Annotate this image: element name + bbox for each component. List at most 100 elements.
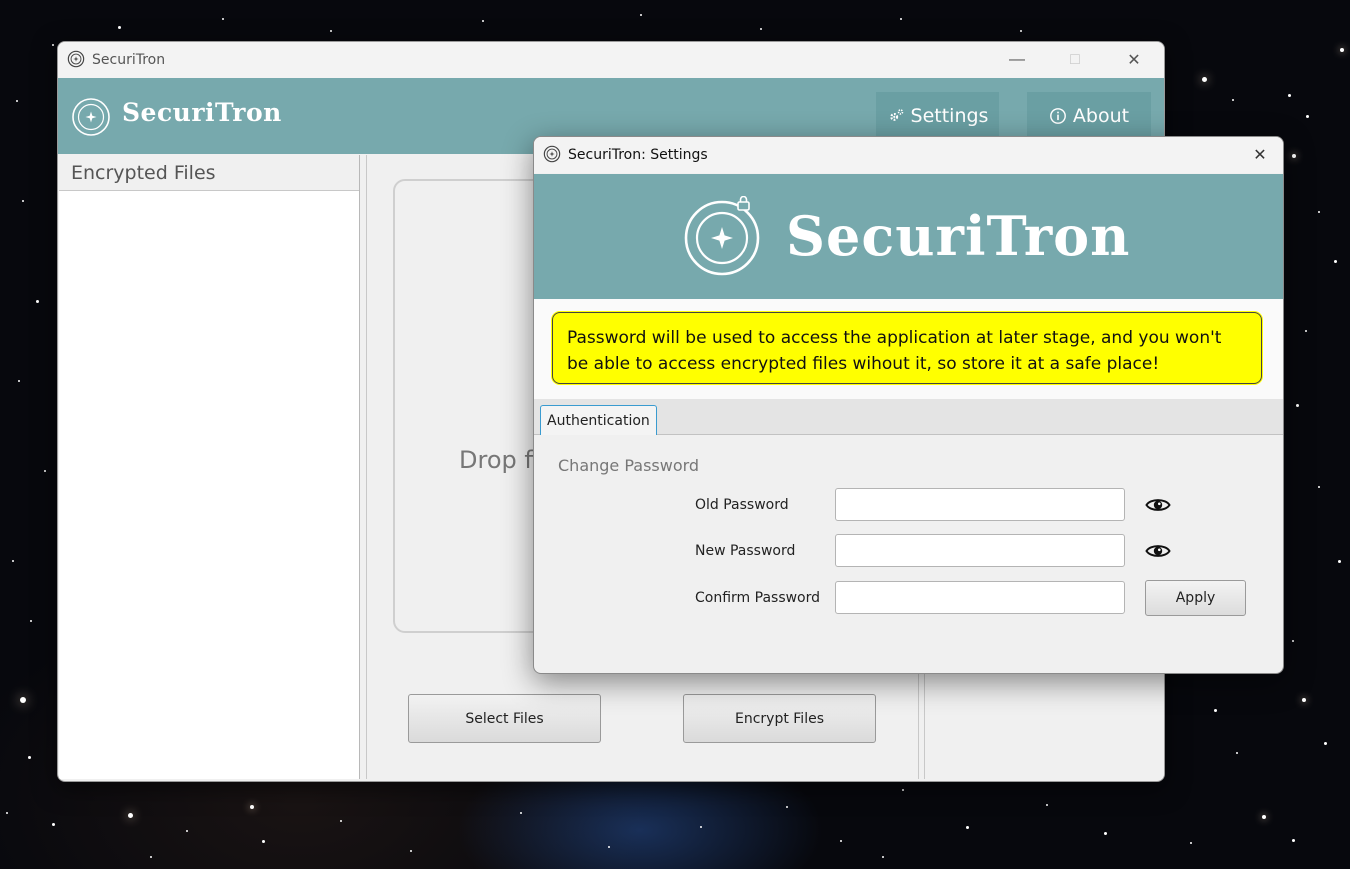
- eye-icon[interactable]: [1145, 496, 1171, 514]
- star: [1202, 77, 1207, 82]
- confirm-password-label: Confirm Password: [695, 590, 821, 606]
- star: [118, 26, 121, 29]
- star: [1262, 815, 1266, 819]
- star: [966, 826, 969, 829]
- star: [36, 300, 39, 303]
- star: [1302, 698, 1306, 702]
- close-icon[interactable]: ✕: [1238, 137, 1282, 173]
- star: [1334, 260, 1337, 263]
- apply-button[interactable]: Apply: [1145, 580, 1246, 616]
- star: [30, 620, 32, 622]
- star: [700, 826, 702, 828]
- star: [186, 830, 188, 832]
- confirm-password-field[interactable]: [835, 581, 1125, 614]
- star: [1305, 330, 1307, 332]
- star: [1292, 640, 1294, 642]
- star: [262, 840, 265, 843]
- window-title: SecuriTron: [92, 52, 166, 68]
- star: [1296, 404, 1299, 407]
- star: [250, 805, 254, 809]
- info-icon: [1049, 108, 1066, 124]
- encrypted-files-panel: Encrypted Files: [59, 155, 360, 779]
- star: [52, 44, 54, 46]
- star: [44, 470, 46, 472]
- dialog-title-bar[interactable]: SecuriTron: Settings ✕: [534, 137, 1283, 173]
- star: [1340, 48, 1344, 52]
- star: [1190, 842, 1192, 844]
- sidebar-header: Encrypted Files: [59, 155, 359, 191]
- dialog-brand-title: SecuriTron: [786, 204, 1131, 268]
- star: [1292, 839, 1295, 842]
- tab-strip: Authentication: [534, 399, 1283, 435]
- dialog-title: SecuriTron: Settings: [568, 147, 708, 163]
- drop-zone-text: Drop fi: [459, 446, 540, 474]
- password-warning: Password will be used to access the appl…: [552, 312, 1262, 384]
- star: [1020, 30, 1022, 32]
- settings-label: Settings: [910, 105, 989, 127]
- dialog-banner: SecuriTron: [534, 174, 1283, 299]
- star: [786, 806, 788, 808]
- new-password-field[interactable]: [835, 534, 1125, 567]
- star: [16, 100, 18, 102]
- change-password-heading: Change Password: [558, 456, 700, 475]
- star: [1214, 709, 1217, 712]
- close-icon[interactable]: ✕: [1111, 42, 1157, 78]
- star: [340, 820, 342, 822]
- tab-authentication[interactable]: Authentication: [540, 405, 657, 435]
- about-button[interactable]: About: [1027, 92, 1151, 140]
- star: [1104, 832, 1107, 835]
- star: [760, 28, 762, 30]
- settings-button[interactable]: Settings: [876, 92, 999, 140]
- title-bar[interactable]: SecuriTron — □ ✕: [58, 42, 1164, 78]
- star: [482, 20, 484, 22]
- star: [22, 200, 24, 202]
- star: [128, 813, 133, 818]
- eye-icon[interactable]: [1145, 542, 1171, 560]
- star: [640, 14, 642, 16]
- star: [1232, 99, 1234, 101]
- about-label: About: [1072, 105, 1130, 127]
- warning-text: Password will be used to access the appl…: [567, 328, 1222, 374]
- star: [1324, 742, 1327, 745]
- securitron-logo-icon: [684, 196, 760, 276]
- star: [330, 30, 332, 32]
- star: [902, 789, 904, 791]
- star: [222, 18, 224, 20]
- star: [52, 823, 55, 826]
- star: [1292, 154, 1296, 158]
- star: [1306, 115, 1309, 118]
- star: [1288, 94, 1291, 97]
- star: [608, 846, 610, 848]
- old-password-field[interactable]: [835, 488, 1125, 521]
- sidebar-title: Encrypted Files: [71, 162, 216, 184]
- star: [12, 560, 14, 562]
- star: [882, 856, 884, 858]
- star: [1318, 211, 1320, 213]
- new-password-label: New Password: [695, 543, 796, 559]
- minimize-icon[interactable]: —: [994, 42, 1040, 78]
- encrypt-files-button[interactable]: Encrypt Files: [683, 694, 876, 743]
- old-password-label: Old Password: [695, 497, 789, 513]
- brand-title: SecuriTron: [122, 98, 282, 127]
- star: [28, 756, 31, 759]
- securitron-logo-icon: [72, 98, 110, 136]
- star: [1338, 560, 1341, 563]
- star: [6, 812, 8, 814]
- star: [900, 18, 902, 20]
- star: [20, 697, 26, 703]
- select-files-button[interactable]: Select Files: [408, 694, 601, 743]
- settings-dialog: SecuriTron: Settings ✕ SecuriTron Passwo…: [533, 136, 1284, 674]
- star: [1046, 804, 1048, 806]
- maximize-icon[interactable]: □: [1052, 42, 1098, 78]
- star: [150, 856, 152, 858]
- warning-area: Password will be used to access the appl…: [534, 299, 1283, 399]
- star: [410, 850, 412, 852]
- star: [520, 812, 522, 814]
- gears-icon: [889, 109, 903, 121]
- encrypted-files-list[interactable]: [59, 191, 359, 779]
- app-icon: [67, 50, 85, 68]
- star: [1236, 752, 1238, 754]
- star: [18, 380, 20, 382]
- star: [1318, 486, 1320, 488]
- star: [840, 840, 842, 842]
